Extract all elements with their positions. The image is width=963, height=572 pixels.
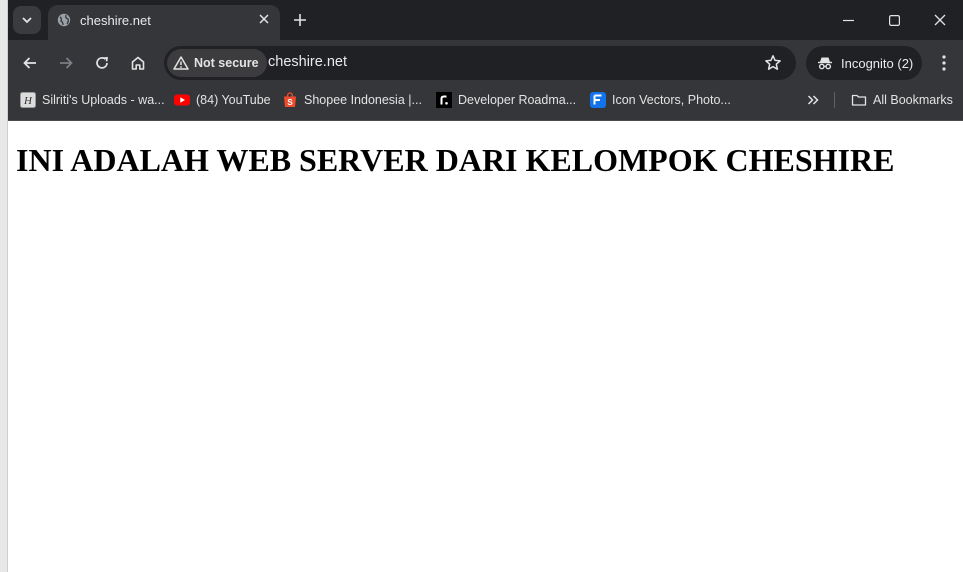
url-text: cheshire.net (268, 54, 347, 70)
bookmark-item[interactable]: Icon Vectors, Photo... (590, 92, 731, 108)
svg-text:H: H (23, 95, 33, 107)
all-bookmarks-label: All Bookmarks (873, 93, 953, 107)
bookmark-item[interactable]: H Silriti's Uploads - wa... (20, 92, 165, 108)
warning-triangle-icon (173, 56, 189, 70)
tab-search-button[interactable] (13, 6, 41, 34)
kebab-menu-icon (942, 55, 946, 71)
security-label: Not secure (194, 56, 259, 70)
maximize-button[interactable] (871, 0, 917, 40)
close-window-button[interactable] (917, 0, 963, 40)
globe-icon (57, 13, 71, 27)
all-bookmarks-button[interactable]: All Bookmarks (851, 92, 953, 108)
incognito-icon (818, 57, 832, 70)
menu-button[interactable] (934, 51, 954, 75)
bookmark-label: (84) YouTube (196, 93, 271, 107)
freepik-icon (590, 92, 606, 108)
minimize-button[interactable] (825, 0, 871, 40)
tab-title: cheshire.net (80, 13, 151, 28)
new-tab-button[interactable] (290, 10, 310, 30)
close-icon (259, 14, 269, 24)
close-icon (934, 14, 946, 26)
bookmark-item[interactable]: S Shopee Indonesia |... (282, 92, 422, 108)
arrow-left-icon (23, 57, 36, 69)
browser-chrome: cheshire.net Not secure cheshire.net Inc… (8, 0, 963, 121)
bookmarks-bar: H Silriti's Uploads - wa... (84) YouTube… (8, 86, 963, 121)
bookmark-item[interactable]: Developer Roadma... (436, 92, 576, 108)
roadmap-icon (436, 92, 452, 108)
tab-active[interactable]: cheshire.net (48, 5, 280, 40)
back-button[interactable] (18, 51, 42, 75)
home-button[interactable] (126, 51, 150, 75)
youtube-icon (174, 94, 190, 106)
forward-button[interactable] (54, 51, 78, 75)
minimize-icon (842, 19, 854, 21)
window-left-edge (0, 0, 8, 572)
address-bar[interactable]: Not secure cheshire.net (164, 46, 796, 80)
tab-strip: cheshire.net (8, 0, 963, 40)
svg-text:S: S (287, 98, 293, 107)
incognito-label: Incognito (2) (841, 55, 914, 71)
bookmark-label: Icon Vectors, Photo... (612, 93, 731, 107)
bookmarks-overflow-button[interactable] (805, 92, 821, 108)
security-chip[interactable]: Not secure (167, 49, 267, 77)
shopee-icon: S (284, 92, 296, 107)
bookmark-label: Silriti's Uploads - wa... (42, 93, 165, 107)
page-content: INI ADALAH WEB SERVER DARI KELOMPOK CHES… (8, 121, 963, 572)
bookmark-label: Shopee Indonesia |... (304, 93, 422, 107)
silriti-favicon-icon: H (20, 92, 36, 108)
chevron-double-right-icon (807, 95, 819, 105)
bookmarks-divider (834, 92, 835, 108)
maximize-icon (888, 14, 900, 26)
arrow-right-icon (60, 57, 73, 69)
tab-close-button[interactable] (256, 11, 272, 27)
star-icon[interactable] (764, 54, 782, 72)
incognito-button[interactable]: Incognito (2) (806, 46, 922, 80)
plus-icon (294, 14, 306, 26)
bookmark-item[interactable]: (84) YouTube (174, 92, 271, 108)
toolbar: Not secure cheshire.net Incognito (2) (8, 40, 963, 86)
reload-icon (96, 56, 108, 69)
page-heading: INI ADALAH WEB SERVER DARI KELOMPOK CHES… (16, 142, 895, 178)
reload-button[interactable] (90, 51, 114, 75)
bookmark-label: Developer Roadma... (458, 93, 577, 107)
home-icon (131, 56, 145, 70)
chevron-down-icon (22, 17, 32, 24)
folder-icon (851, 94, 867, 106)
